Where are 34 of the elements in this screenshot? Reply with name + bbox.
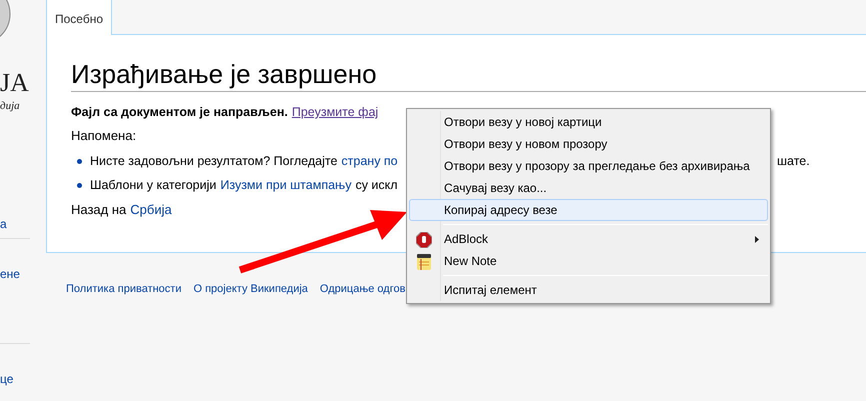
back-link[interactable]: Србија xyxy=(130,200,172,220)
footer-link[interactable]: Одрицање одгов xyxy=(320,281,406,298)
sidebar-link[interactable]: ене xyxy=(0,265,20,283)
page-heading: Израђивање је завршено xyxy=(71,57,866,92)
notepad-icon xyxy=(417,254,431,270)
wiki-link[interactable]: Изузми при штампању xyxy=(220,174,352,196)
menu-item[interactable]: Отвори везу у прозору за прегледање без архивирања xyxy=(409,155,768,177)
download-link[interactable]: Преузмите фај xyxy=(292,102,378,122)
logo-tagline: дија xyxy=(0,99,20,114)
menu-item[interactable]: Сачувај везу као... xyxy=(409,177,768,199)
footer-link[interactable]: О пројекту Википедија xyxy=(193,281,308,298)
menu-item[interactable]: Отвори везу у новом прозору xyxy=(409,133,768,155)
globe-logo-icon xyxy=(0,0,12,40)
menu-item[interactable]: AdBlock xyxy=(409,228,768,250)
status-message: Фајл са документом је направљен. xyxy=(71,104,288,121)
menu-item[interactable]: New Note xyxy=(409,250,768,272)
sidebar-link[interactable]: а xyxy=(0,215,7,233)
note-label: Напомена: xyxy=(71,127,136,145)
logo-wordmark: ЈА xyxy=(0,70,29,96)
bullet-text: Нисте задовољни резултатом? Погледајте xyxy=(90,153,338,170)
wiki-link[interactable]: страну по xyxy=(341,150,398,172)
sidebar-link[interactable]: це xyxy=(0,370,14,388)
stop-sign-icon xyxy=(416,232,432,248)
back-text: Назад на xyxy=(71,201,126,219)
menu-item[interactable]: Испитај елемент xyxy=(409,279,768,301)
bullet-text: су искл xyxy=(355,177,398,194)
bullet-text: шате. xyxy=(777,153,810,170)
bullet-icon xyxy=(77,158,82,164)
bullet-icon xyxy=(77,182,82,188)
footer-link[interactable]: Политика приватности xyxy=(66,281,182,298)
bullet-text: Шаблони у категорији xyxy=(90,177,216,194)
page-tab[interactable]: Посебно xyxy=(46,0,112,35)
menu-item[interactable]: Копирај адресу везе xyxy=(409,199,768,221)
menu-item[interactable]: Отвори везу у новој картици xyxy=(409,111,768,133)
